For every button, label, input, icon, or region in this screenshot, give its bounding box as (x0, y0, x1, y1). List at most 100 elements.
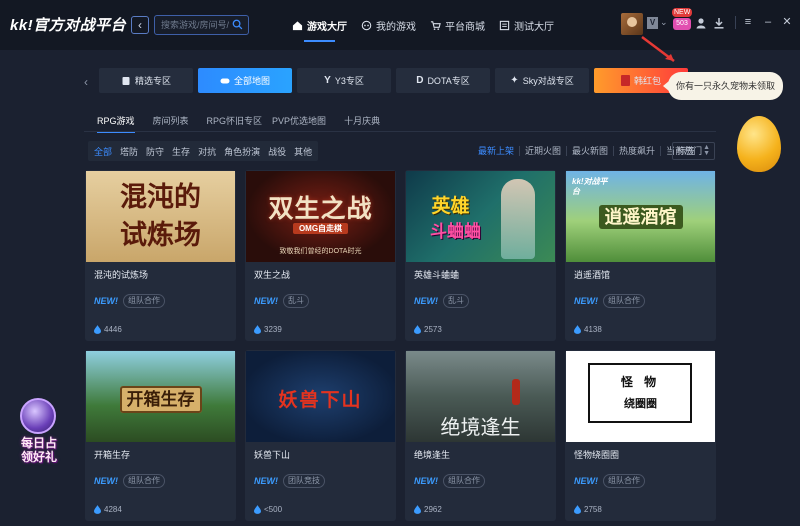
pet-tooltip[interactable]: 你有一只永久宠物未领取 (663, 72, 783, 100)
zone-tabs: 精选专区 全部地图 Y Y3专区 D DOTA专区 ✦ Sky对战专区 韩红包 (99, 68, 688, 93)
game-thumbnail[interactable]: 怪 物 绕圈圈 (566, 351, 715, 442)
divider (84, 131, 716, 132)
zones-prev-arrow[interactable]: ‹ (84, 75, 88, 89)
title-bar: kk!官方对战平台 ‹ 游戏大厅 我的游戏 平台商城 测试大厅 (0, 0, 800, 50)
vip-badge[interactable]: V (647, 17, 658, 29)
search-box[interactable] (154, 15, 249, 35)
zone-featured[interactable]: 精选专区 (99, 68, 193, 93)
figure (512, 379, 520, 405)
game-card[interactable]: 开箱生存 开箱生存 NEW! 组队合作 4284 (85, 350, 236, 521)
filter-survival[interactable]: 生存 (172, 145, 190, 158)
hero-figure (501, 179, 535, 259)
new-label: NEW! (254, 296, 278, 306)
nav-mall[interactable]: 平台商城 (428, 14, 487, 36)
thumb-title: 怪 物 (620, 375, 661, 389)
filter-campaign[interactable]: 战役 (268, 145, 286, 158)
thumb-subtitle: 绕圈圈 (624, 398, 657, 410)
sky-icon: ✦ (510, 75, 519, 86)
new-label: NEW! (414, 476, 438, 486)
main-nav: 游戏大厅 我的游戏 平台商城 测试大厅 (290, 14, 556, 42)
minimize-button[interactable]: – (761, 15, 775, 29)
sort-rising[interactable]: 热度飙升 (613, 146, 660, 156)
game-tag: 组队合作 (123, 474, 165, 488)
game-card[interactable]: kk!对战平台 逍遥酒馆 逍遥酒馆 NEW! 组队合作 4138 (565, 170, 716, 341)
user-icon[interactable] (695, 17, 707, 29)
zone-sky[interactable]: ✦ Sky对战专区 (495, 68, 589, 93)
filter-defense[interactable]: 防守 (146, 145, 164, 158)
sort-recent-hot[interactable]: 近期火图 (519, 146, 566, 156)
thumb-subtitle: OMG自走棋 (246, 223, 395, 234)
game-thumbnail[interactable]: 混沌的 试炼场 (86, 171, 235, 262)
game-thumbnail[interactable]: 英雄 斗蛐蛐 (406, 171, 555, 262)
game-card[interactable]: 英雄 斗蛐蛐 英雄斗蛐蛐 NEW! 乱斗 2573 (405, 170, 556, 341)
thumb-caption: 致敬我们曾经的DOTA时光 (279, 248, 362, 255)
player-count: 4284 (94, 505, 122, 514)
player-count: 2758 (574, 505, 602, 514)
game-name: 英雄斗蛐蛐 (414, 270, 460, 280)
nav-test-hall[interactable]: 测试大厅 (497, 14, 556, 36)
pet-egg-icon[interactable] (737, 116, 781, 172)
game-name: 怪物绕圈圈 (574, 450, 620, 460)
search-icon[interactable] (232, 19, 243, 30)
gamepad-icon (220, 78, 230, 83)
back-button[interactable]: ‹ (131, 16, 149, 34)
player-count: <500 (254, 505, 282, 514)
promo-text: 每日占 领好礼 (20, 436, 57, 464)
game-thumbnail[interactable]: 双生之战 OMG自走棋 致敬我们曾经的DOTA时光 (246, 171, 395, 262)
game-card[interactable]: 妖兽下山 妖兽下山 NEW! 团队竞技 <500 (245, 350, 396, 521)
gift-badge[interactable]: 503 (673, 18, 691, 30)
nav-game-hall[interactable]: 游戏大厅 (290, 14, 349, 42)
menu-icon[interactable]: ≡ (741, 15, 755, 29)
new-label: NEW! (94, 296, 118, 306)
close-button[interactable]: ✕ (780, 15, 794, 29)
count-value: 4446 (104, 325, 122, 334)
sort-newest[interactable]: 最新上架 (478, 146, 519, 156)
chevron-down-icon[interactable]: ⌄ (660, 17, 668, 28)
game-card[interactable]: 混沌的 试炼场 混沌的试炼场 NEW! 组队合作 4446 (85, 170, 236, 341)
crystal-ball-icon (20, 398, 56, 434)
thumb-title: 妖兽下山 (278, 389, 363, 411)
daily-gift-widget[interactable]: 每日占 领好礼 (8, 396, 68, 476)
cart-icon (430, 20, 441, 30)
annotation-arrow (641, 36, 675, 62)
filter-other[interactable]: 其他 (294, 145, 312, 158)
avatar[interactable] (621, 13, 643, 35)
filter-pvp[interactable]: 对抗 (198, 145, 216, 158)
game-tag: 组队合作 (123, 294, 165, 308)
filter-roleplay[interactable]: 角色扮演 (224, 145, 260, 158)
filter-bar: 全部 塔防 防守 生存 对抗 角色扮演 战役 其他 (88, 141, 319, 161)
game-thumbnail[interactable]: 开箱生存 (86, 351, 235, 442)
zone-y3[interactable]: Y Y3专区 (297, 68, 391, 93)
flame-icon (94, 325, 101, 334)
count-value: 2573 (424, 325, 442, 334)
search-input[interactable] (161, 18, 229, 32)
new-label: NEW! (94, 476, 118, 486)
app-window: kk!官方对战平台 ‹ 游戏大厅 我的游戏 平台商城 测试大厅 (0, 0, 800, 526)
game-thumbnail[interactable]: kk!对战平台 逍遥酒馆 (566, 171, 715, 262)
sort-hottest-new[interactable]: 最火新图 (566, 146, 613, 156)
count-value: 4138 (584, 325, 602, 334)
game-card[interactable]: 怪 物 绕圈圈 怪物绕圈圈 NEW! 组队合作 2758 (565, 350, 716, 521)
game-thumbnail[interactable]: 绝境逢生 (406, 351, 555, 442)
zone-all-maps[interactable]: 全部地图 (198, 68, 292, 93)
y3-icon: Y (324, 75, 331, 86)
thumb-frame (588, 363, 692, 423)
divider (735, 16, 736, 29)
game-tag: 组队合作 (603, 294, 645, 308)
flame-icon (574, 325, 581, 334)
new-label: NEW! (414, 296, 438, 306)
filter-all[interactable]: 全部 (94, 145, 112, 158)
zone-label: 全部地图 (233, 76, 270, 86)
zone-dota[interactable]: D DOTA专区 (396, 68, 490, 93)
download-icon[interactable] (713, 17, 725, 29)
filter-tower[interactable]: 塔防 (120, 145, 138, 158)
game-card[interactable]: 绝境逢生 绝境逢生 NEW! 组队合作 2962 (405, 350, 556, 521)
game-name: 混沌的试炼场 (94, 270, 149, 280)
game-thumbnail[interactable]: 妖兽下山 (246, 351, 395, 442)
tag-select[interactable]: 标签 ▲ ▼ (672, 142, 715, 160)
nav-label: 测试大厅 (514, 21, 554, 33)
game-card[interactable]: 双生之战 OMG自走棋 致敬我们曾经的DOTA时光 双生之战 NEW! 乱斗 3… (245, 170, 396, 341)
flame-icon (414, 325, 421, 334)
game-name: 妖兽下山 (254, 450, 291, 460)
nav-my-games[interactable]: 我的游戏 (359, 14, 418, 36)
